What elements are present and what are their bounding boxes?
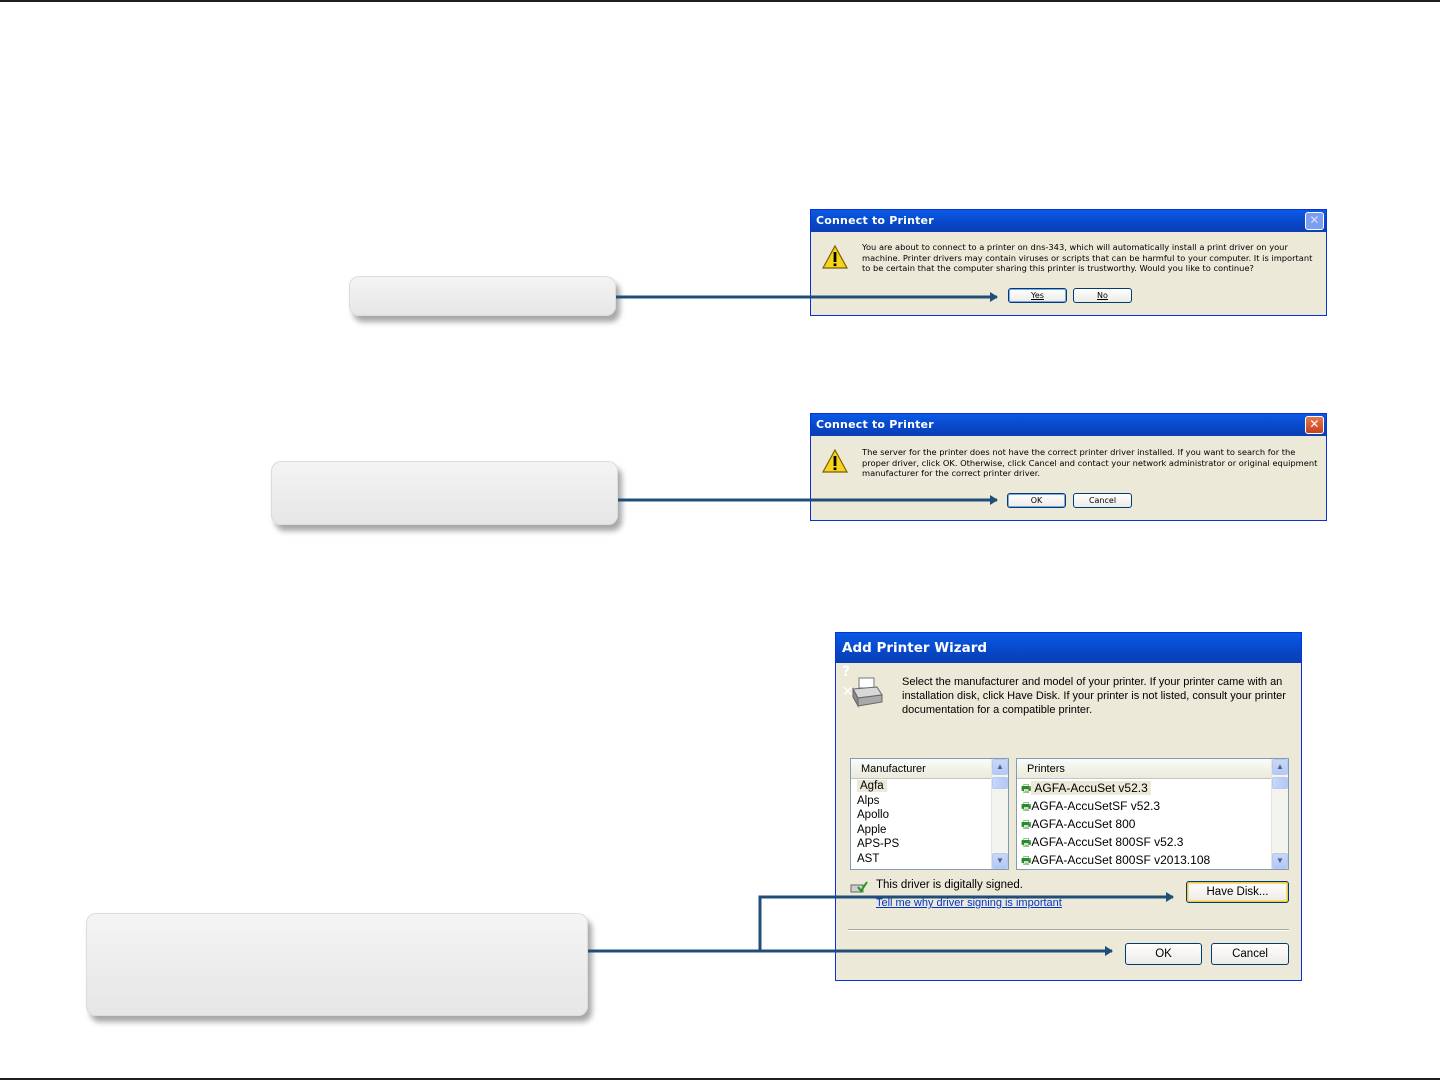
ok-label: OK: [1155, 948, 1172, 960]
scrollbar[interactable]: ▲ ▼: [1271, 759, 1288, 869]
dialog-titlebar: Connect to Printer ✕: [811, 414, 1326, 436]
signed-driver-icon: 🖶: [1021, 801, 1032, 813]
list-item-label: Agfa: [857, 780, 887, 792]
yes-label: Yes: [1031, 291, 1044, 300]
ok-label: OK: [1030, 496, 1043, 505]
list-item[interactable]: APS-PS: [857, 837, 1008, 852]
callout-box-1: [349, 276, 616, 316]
top-rule: [0, 0, 1440, 2]
scroll-thumb[interactable]: [992, 777, 1008, 789]
warning-icon: [822, 449, 848, 473]
scroll-up-icon[interactable]: ▲: [992, 759, 1008, 775]
driver-signing-link[interactable]: Tell me why driver signing is important: [876, 897, 1062, 909]
scroll-down-icon[interactable]: ▼: [992, 853, 1008, 869]
list-item[interactable]: 🖶AGFA-AccuSet 800: [1021, 815, 1288, 833]
have-disk-label: Have Disk...: [1206, 886, 1269, 898]
bottom-rule: [0, 1078, 1440, 1080]
list-item[interactable]: Apollo: [857, 808, 1008, 823]
signed-status-text: This driver is digitally signed.: [876, 879, 1024, 891]
signed-driver-icon: 🖶: [1021, 837, 1032, 849]
close-icon[interactable]: ✕: [1305, 212, 1324, 230]
separator: [848, 929, 1289, 931]
callout-box-2: [271, 461, 618, 525]
list-item[interactable]: AST: [857, 852, 1008, 867]
list-item-label: AGFA-AccuSet 800SF v52.3: [1031, 835, 1184, 849]
no-label: No: [1097, 291, 1108, 300]
scroll-thumb[interactable]: [1272, 777, 1288, 789]
list-item[interactable]: 🖶AGFA-AccuSet 800SF v2013.108: [1021, 851, 1288, 869]
signed-driver-icon: [850, 881, 868, 893]
driver-missing-dialog: Connect to Printer ✕ The server for the …: [810, 413, 1327, 521]
dialog-message: The server for the printer does not have…: [862, 447, 1318, 478]
dialog-title: Connect to Printer: [816, 214, 934, 227]
manufacturer-header: Manufacturer: [851, 759, 1008, 779]
list-item[interactable]: Agfa: [857, 779, 1008, 794]
dialog-title: Connect to Printer: [816, 418, 934, 431]
manufacturer-list[interactable]: Manufacturer Agfa Alps Apollo Apple APS-…: [850, 758, 1009, 870]
wizard-title: Add Printer Wizard: [842, 640, 988, 656]
ok-button[interactable]: OK: [1125, 943, 1202, 965]
printers-list[interactable]: Printers 🖶 AGFA-AccuSet v52.3 🖶AGFA-AccuS…: [1016, 758, 1289, 870]
list-item[interactable]: Apple: [857, 823, 1008, 838]
list-item-label: Apple: [857, 823, 887, 836]
add-printer-wizard: Add Printer Wizard ? ✕ Select the manufa…: [835, 632, 1302, 981]
list-item-label: AGFA-AccuSetSF v52.3: [1031, 799, 1161, 813]
warning-icon: [822, 245, 848, 269]
printers-header: Printers: [1017, 759, 1288, 779]
yes-button[interactable]: Yes: [1008, 288, 1067, 303]
list-item-label: AGFA-AccuSet 800SF v2013.108: [1031, 853, 1211, 867]
list-item-label: AST: [857, 852, 880, 865]
connect-to-printer-dialog: Connect to Printer ✕ You are about to co…: [810, 209, 1327, 316]
wizard-intro-text: Select the manufacturer and model of you…: [902, 676, 1286, 716]
callout-box-3: [86, 913, 588, 1016]
cancel-label: Cancel: [1088, 496, 1117, 505]
list-item-label: APS-PS: [857, 838, 900, 851]
scrollbar[interactable]: ▲ ▼: [991, 759, 1008, 869]
list-item[interactable]: 🖶 AGFA-AccuSet v52.3: [1021, 779, 1288, 797]
list-item[interactable]: 🖶AGFA-AccuSetSF v52.3: [1021, 797, 1288, 815]
wizard-titlebar: Add Printer Wizard ? ✕: [836, 633, 1301, 700]
cancel-label: Cancel: [1232, 948, 1268, 960]
no-button[interactable]: No: [1073, 288, 1132, 303]
cancel-button[interactable]: Cancel: [1073, 493, 1132, 508]
list-item[interactable]: Alps: [857, 794, 1008, 809]
have-disk-button[interactable]: Have Disk...: [1186, 881, 1289, 903]
scroll-down-icon[interactable]: ▼: [1272, 853, 1288, 869]
dialog-titlebar: Connect to Printer ✕: [811, 210, 1326, 232]
scroll-up-icon[interactable]: ▲: [1272, 759, 1288, 775]
ok-button[interactable]: OK: [1007, 493, 1066, 508]
list-item-label: AGFA-AccuSet v52.3: [1031, 781, 1151, 795]
signed-driver-icon: 🖶: [1021, 855, 1032, 867]
list-item-label: Alps: [857, 794, 880, 807]
list-item-label: Apollo: [857, 809, 889, 822]
signed-driver-icon: 🖶: [1021, 783, 1032, 795]
printer-icon: [852, 677, 883, 708]
list-item[interactable]: 🖶AGFA-AccuSet 800SF v52.3: [1021, 833, 1288, 851]
dialog-message: You are about to connect to a printer on…: [862, 242, 1313, 273]
cancel-button[interactable]: Cancel: [1211, 943, 1289, 965]
list-item-label: AGFA-AccuSet 800: [1031, 817, 1136, 831]
signed-driver-icon: 🖶: [1021, 819, 1032, 831]
close-icon[interactable]: ✕: [1305, 416, 1324, 434]
